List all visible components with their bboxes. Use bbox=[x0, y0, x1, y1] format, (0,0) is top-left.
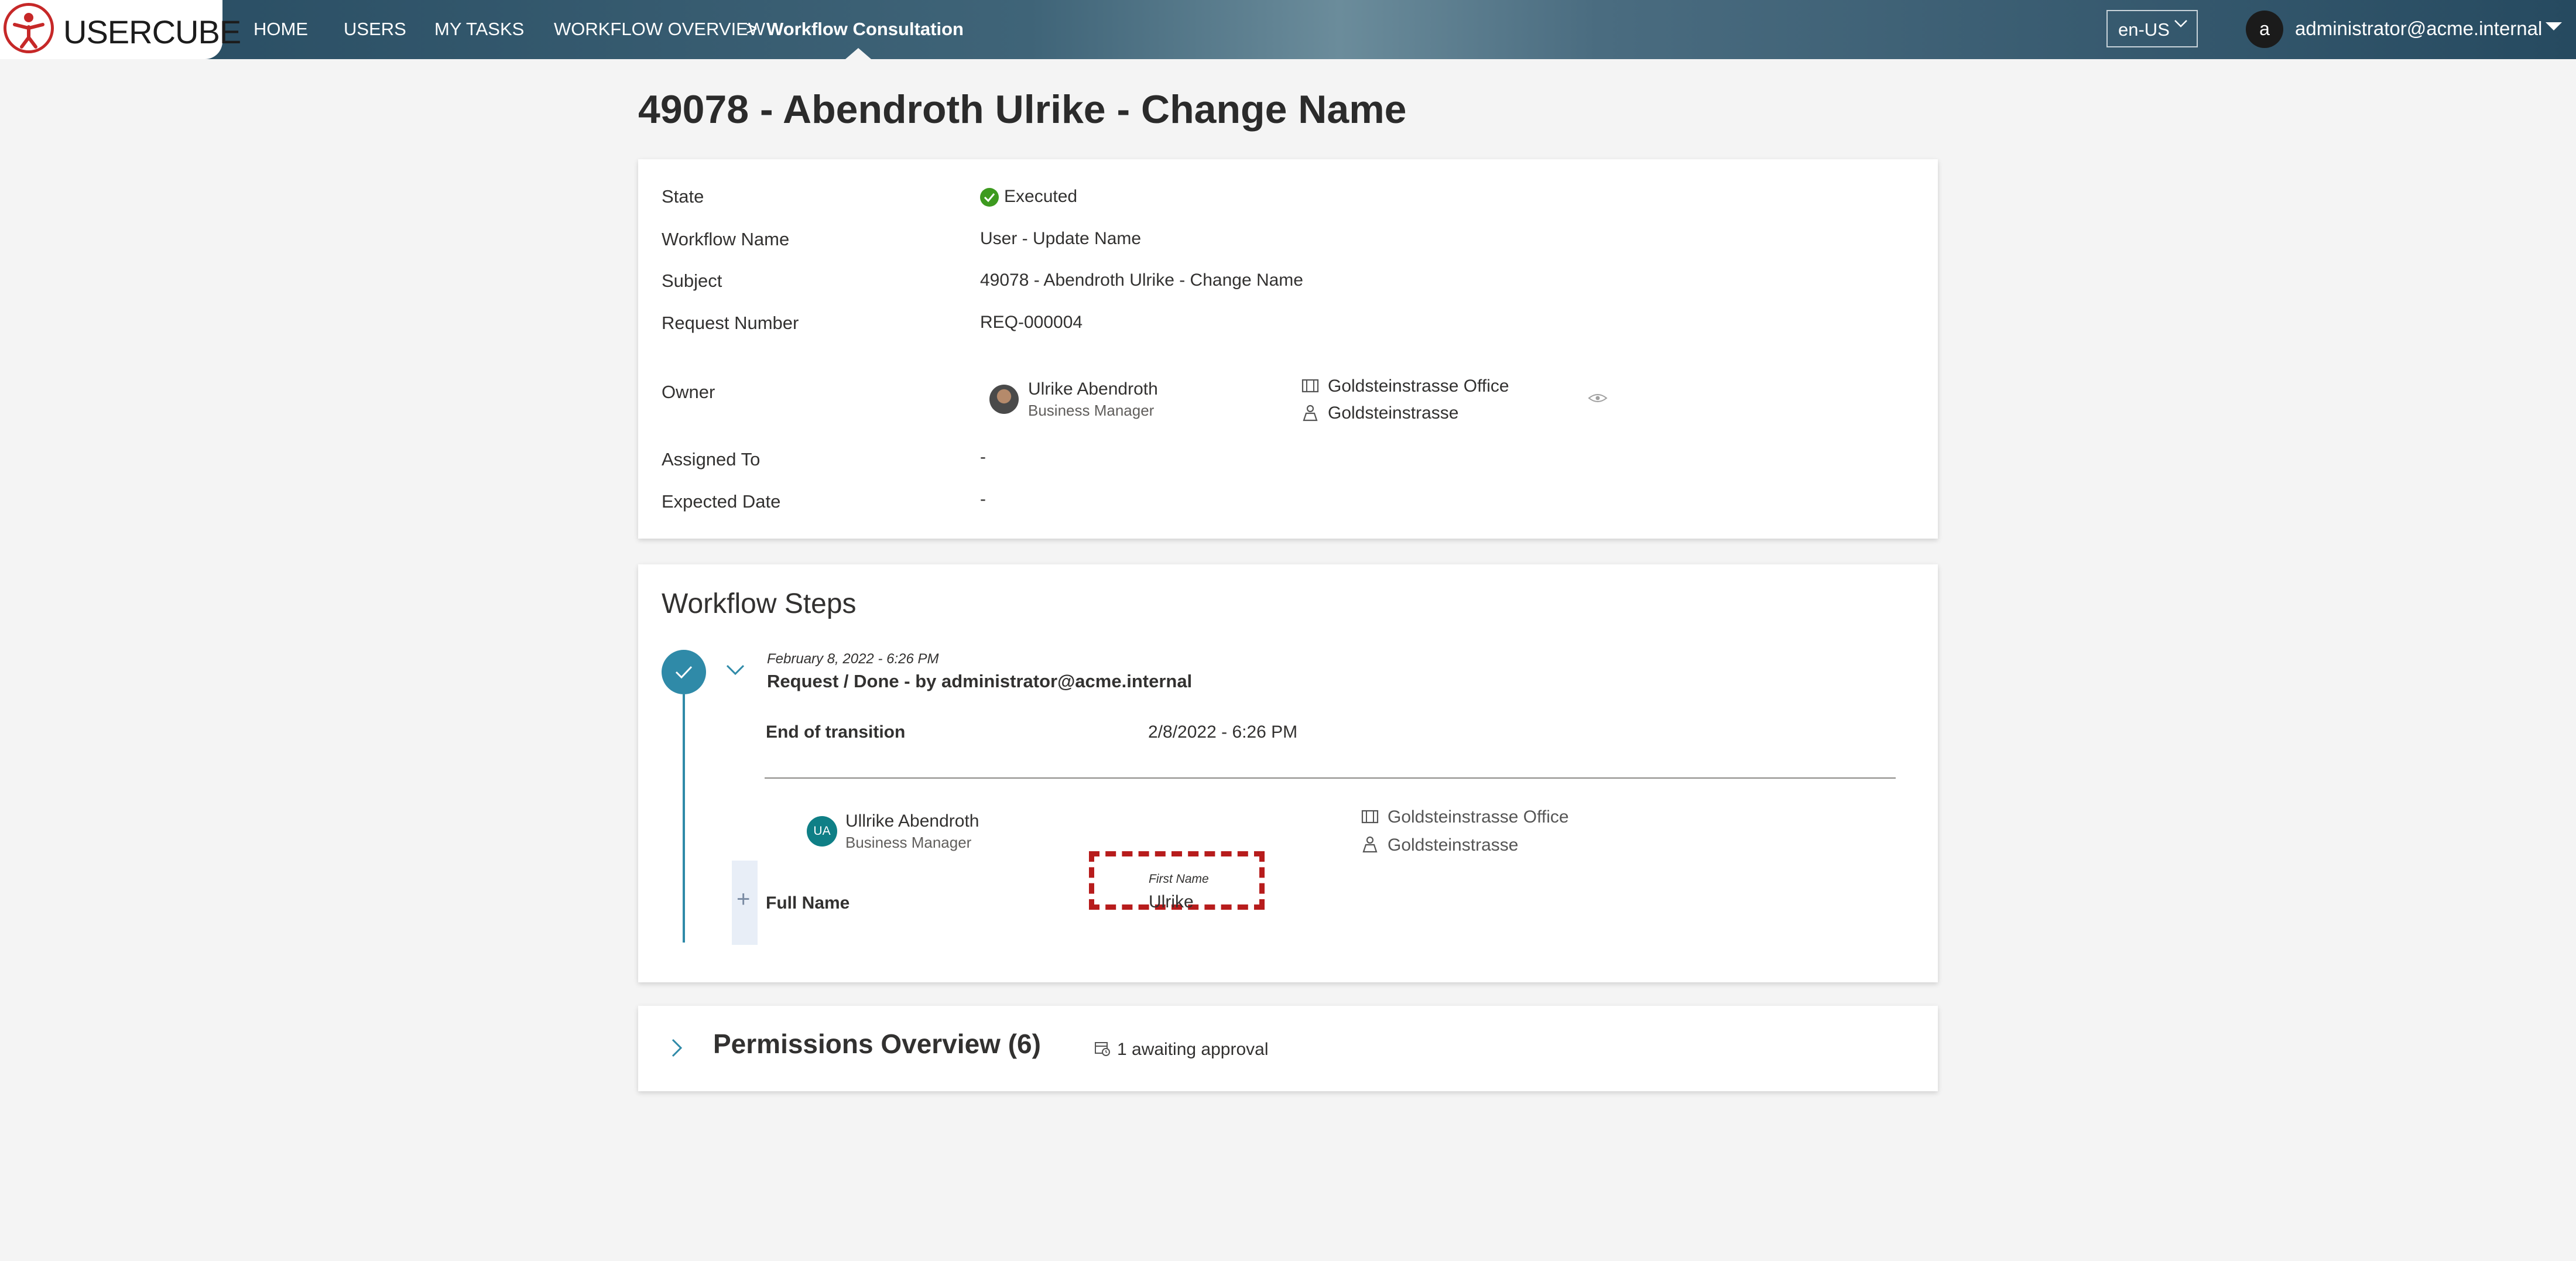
logo-text: USERCUBE bbox=[63, 13, 241, 50]
nav-home[interactable]: HOME bbox=[254, 19, 308, 40]
owner-name[interactable]: Ulrike Abendroth bbox=[1028, 379, 1158, 399]
location-person-icon bbox=[1301, 404, 1320, 426]
step-date: February 8, 2022 - 6:26 PM bbox=[767, 651, 939, 667]
owner-avatar bbox=[989, 385, 1019, 414]
nav-my-tasks[interactable]: MY TASKS bbox=[434, 19, 524, 40]
first-name-label: First Name bbox=[1149, 872, 1209, 886]
location-person-icon bbox=[1361, 835, 1379, 857]
workflow-steps-title: Workflow Steps bbox=[662, 588, 857, 619]
assigned-to-value: - bbox=[980, 447, 986, 467]
step-action: Request / Done - by administrator@acme.i… bbox=[767, 671, 1193, 691]
state-value: Executed bbox=[1004, 187, 1078, 206]
top-navigation-bar: USERCUBE HOME USERS MY TASKS WORKFLOW OV… bbox=[0, 0, 2576, 59]
building-icon bbox=[1361, 808, 1379, 828]
breadcrumb-workflow-overview[interactable]: WORKFLOW OVERVIEW bbox=[554, 19, 765, 40]
expand-chevron-icon[interactable] bbox=[670, 1037, 684, 1061]
workflow-details-card: State Executed Workflow Name User - Upda… bbox=[638, 159, 1938, 539]
awaiting-approval-count: 1 awaiting approval bbox=[1117, 1040, 1269, 1059]
step-person-name[interactable]: Ullrike Abendroth bbox=[845, 811, 979, 831]
breadcrumb-separator: > bbox=[746, 18, 758, 40]
active-nav-indicator bbox=[845, 48, 871, 59]
expand-full-name-button[interactable]: + bbox=[732, 861, 758, 945]
user-avatar[interactable]: a bbox=[2246, 11, 2283, 48]
request-number-label: Request Number bbox=[662, 313, 799, 333]
expected-date-value: - bbox=[980, 489, 986, 509]
timeline-line bbox=[683, 694, 685, 943]
collapse-chevron-icon[interactable] bbox=[725, 663, 746, 680]
page-title: 49078 - Abendroth Ulrike - Change Name bbox=[638, 87, 1407, 132]
permissions-overview-card[interactable]: Permissions Overview (6) 1 awaiting appr… bbox=[638, 1006, 1938, 1091]
owner-title: Business Manager bbox=[1028, 402, 1155, 419]
workflow-name-label: Workflow Name bbox=[662, 229, 790, 249]
chevron-down-icon bbox=[2172, 15, 2190, 37]
full-name-label: Full Name bbox=[766, 893, 850, 913]
usercube-logo-icon bbox=[4, 3, 54, 53]
workflow-steps-card: Workflow Steps February 8, 2022 - 6:26 P… bbox=[638, 564, 1938, 982]
state-label: State bbox=[662, 186, 704, 207]
subject-label: Subject bbox=[662, 270, 722, 291]
view-eye-icon[interactable] bbox=[1588, 392, 1608, 407]
end-of-transition-value: 2/8/2022 - 6:26 PM bbox=[1148, 722, 1298, 742]
end-of-transition-label: End of transition bbox=[766, 722, 906, 742]
step-person-office: Goldsteinstrasse Office bbox=[1388, 807, 1569, 827]
logo[interactable]: USERCUBE bbox=[0, 0, 241, 59]
step-person-title: Business Manager bbox=[845, 834, 972, 851]
user-email[interactable]: administrator@acme.internal bbox=[2295, 18, 2542, 40]
breadcrumb-current: Workflow Consultation bbox=[766, 19, 964, 39]
plus-icon: + bbox=[737, 886, 751, 912]
subject-value: 49078 - Abendroth Ulrike - Change Name bbox=[980, 270, 1303, 290]
workflow-name-value: User - Update Name bbox=[980, 229, 1142, 248]
permissions-title[interactable]: Permissions Overview (6) bbox=[713, 1028, 1041, 1060]
first-name-value: Ulrike bbox=[1149, 892, 1194, 912]
assigned-to-label: Assigned To bbox=[662, 449, 761, 470]
user-menu-caret-icon[interactable] bbox=[2546, 22, 2562, 30]
step-divider bbox=[765, 777, 1896, 779]
building-icon bbox=[1301, 377, 1320, 398]
owner-office: Goldsteinstrasse Office bbox=[1328, 376, 1509, 396]
step-person-location: Goldsteinstrasse bbox=[1388, 835, 1519, 855]
step-complete-icon bbox=[662, 650, 706, 694]
check-circle-icon bbox=[980, 188, 999, 207]
nav-users[interactable]: USERS bbox=[344, 19, 406, 40]
expected-date-label: Expected Date bbox=[662, 491, 781, 512]
calendar-clock-icon bbox=[1094, 1040, 1111, 1060]
person-initials-badge: UA bbox=[807, 816, 837, 847]
owner-location: Goldsteinstrasse bbox=[1328, 403, 1459, 423]
language-value: en-US bbox=[2118, 19, 2170, 40]
language-select[interactable]: en-US bbox=[2106, 10, 2198, 47]
owner-label: Owner bbox=[662, 382, 715, 402]
request-number-value: REQ-000004 bbox=[980, 313, 1083, 332]
